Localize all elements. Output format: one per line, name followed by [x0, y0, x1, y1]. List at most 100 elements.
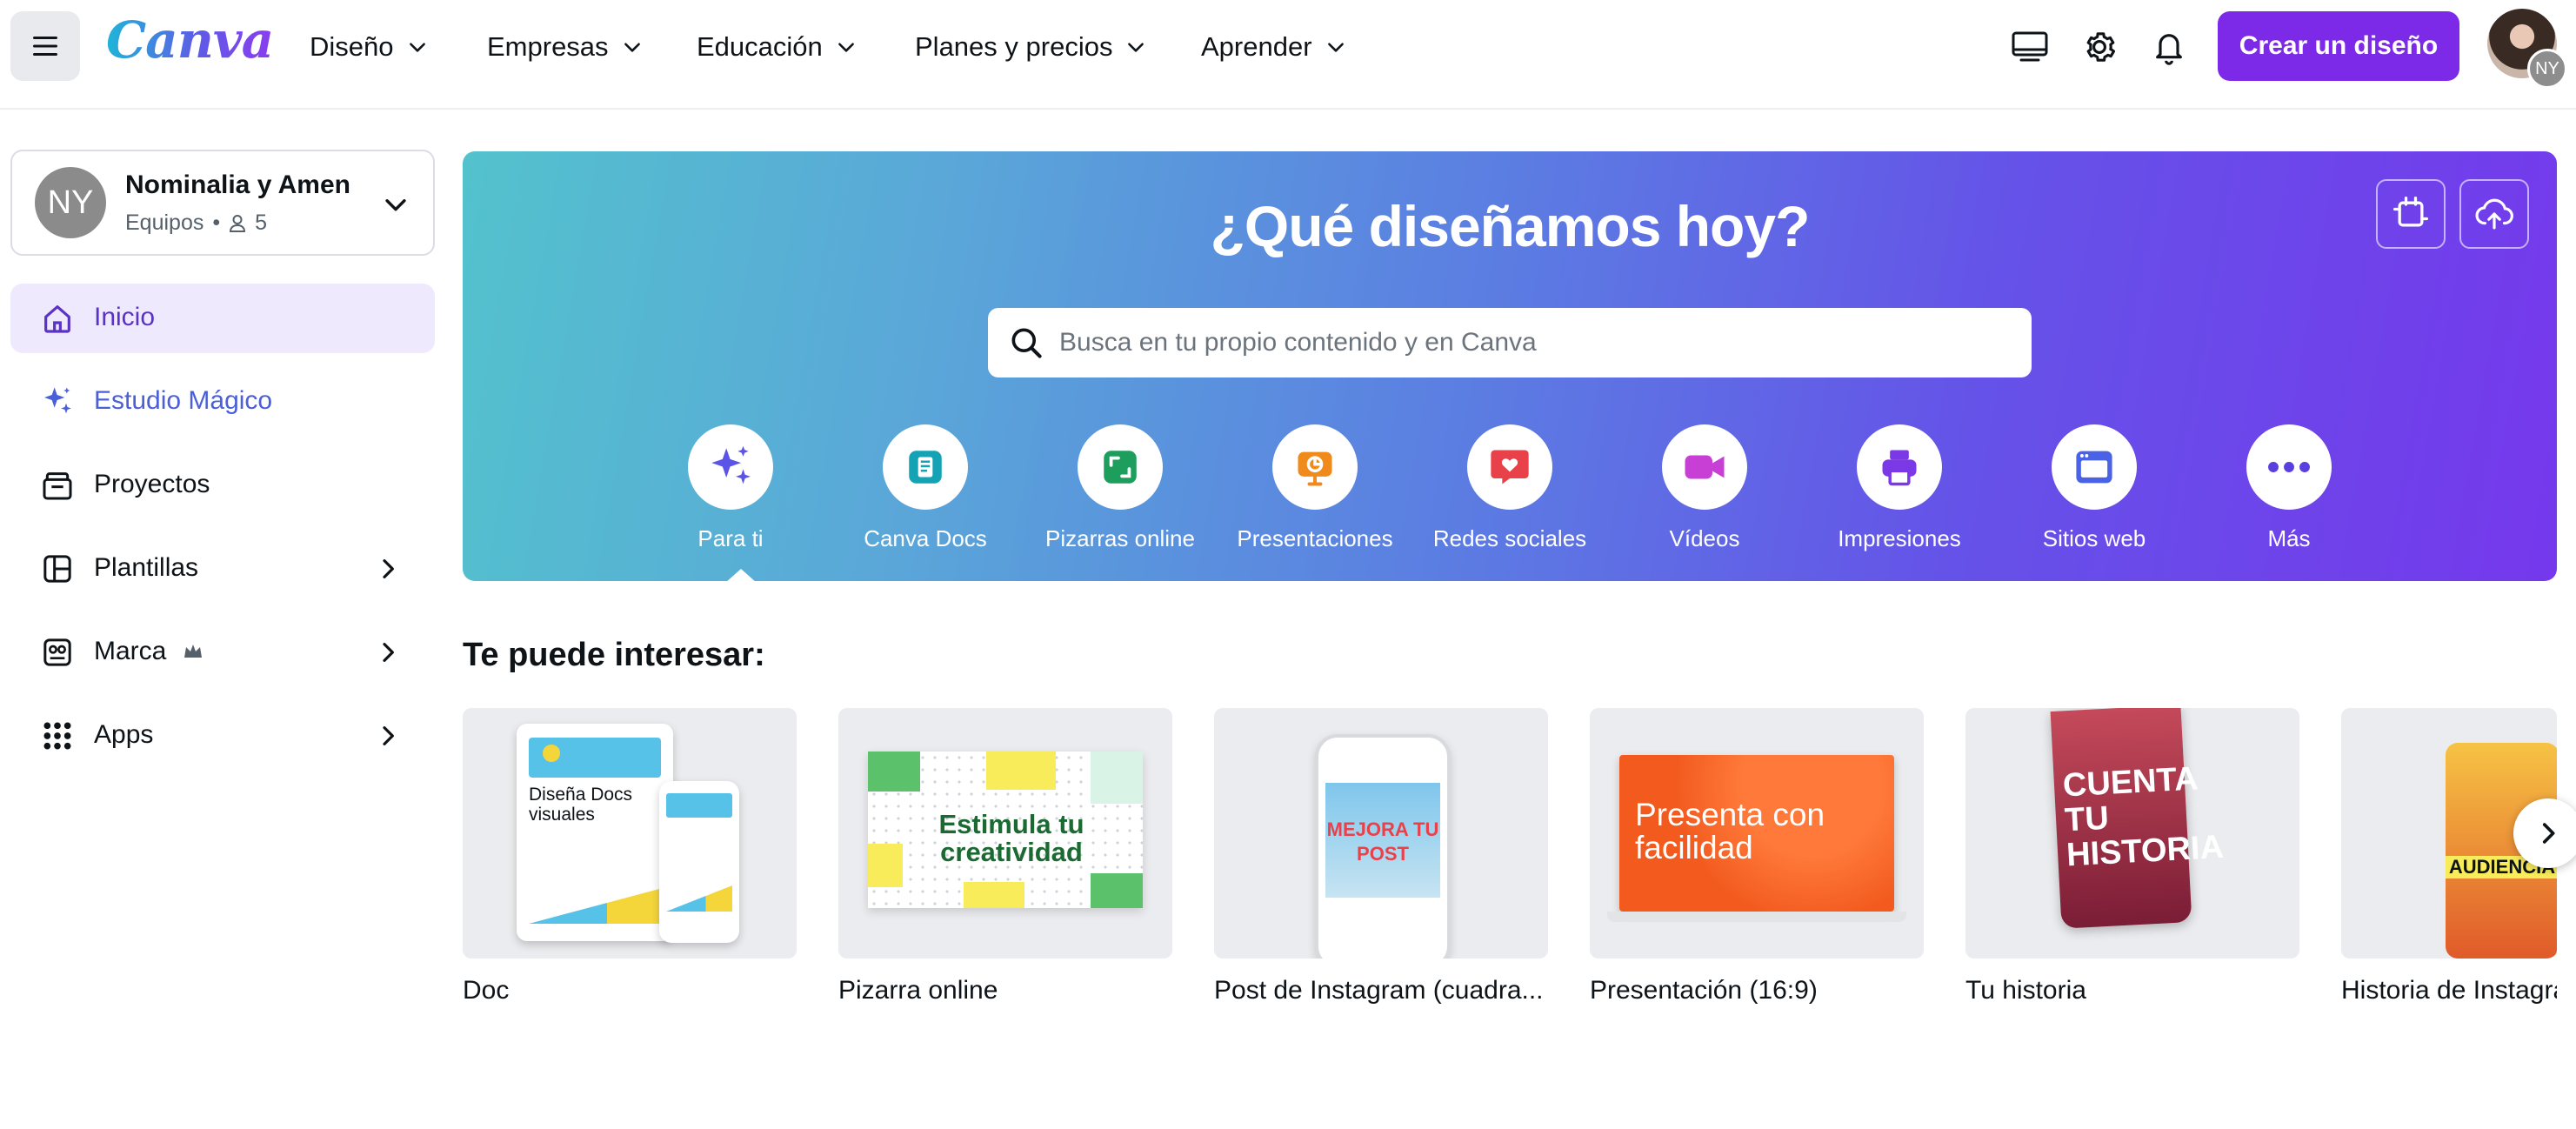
category-for-you[interactable]: Para ti — [644, 424, 818, 564]
chevron-down-icon — [409, 43, 425, 52]
category-label: Presentaciones — [1237, 525, 1393, 551]
team-name: Nominalia y Amen — [125, 170, 350, 199]
sidebar-item-magic-studio[interactable]: Estudio Mágico — [10, 367, 435, 437]
nav-education-label: Educación — [697, 31, 823, 62]
category-presentations[interactable]: Presentaciones — [1228, 424, 1402, 564]
team-meta: Equipos • 5 — [125, 210, 267, 236]
create-design-button[interactable]: Crear un diseño — [2218, 11, 2459, 81]
nav-learn[interactable]: Aprender — [1201, 23, 1347, 71]
category-websites[interactable]: Sitios web — [2007, 424, 2181, 564]
chevron-down-icon — [624, 43, 640, 52]
search-icon — [1011, 328, 1042, 358]
avatar-initials-badge: NY — [2527, 49, 2567, 89]
sidebar-item-label: Proyectos — [94, 470, 210, 498]
user-avatar[interactable]: NY — [2487, 9, 2567, 89]
desktop-app-button[interactable] — [2007, 24, 2052, 70]
category-icon-circle — [1857, 424, 1942, 510]
sidebar-item-label: Apps — [94, 720, 154, 749]
category-videos[interactable]: Vídeos — [1618, 424, 1792, 564]
active-category-pointer — [725, 569, 757, 583]
chevron-down-icon — [1128, 43, 1145, 52]
sidebar-item-label: Inicio — [94, 303, 156, 331]
category-label: Para ti — [697, 525, 764, 551]
team-member-count: 5 — [255, 210, 268, 235]
nav-business[interactable]: Empresas — [487, 23, 644, 71]
category-label: Canva Docs — [864, 525, 987, 551]
sidebar-item-templates[interactable]: Plantillas — [10, 534, 435, 604]
docs-icon — [909, 451, 942, 484]
template-icon — [40, 551, 75, 586]
hero-banner: ¿Qué diseñamos hoy? Para ti Canva Docs P… — [463, 151, 2557, 583]
category-whiteboards[interactable]: Pizarras online — [1033, 424, 1207, 564]
nav-design[interactable]: Diseño — [310, 23, 429, 71]
apps-grid-icon — [40, 718, 75, 753]
settings-button[interactable] — [2077, 24, 2122, 70]
category-icon-circle — [1662, 424, 1747, 510]
sidebar-item-label: Marca — [94, 637, 167, 665]
custom-size-button[interactable] — [2376, 179, 2446, 249]
resize-icon — [2393, 197, 2428, 227]
hamburger-icon — [33, 37, 57, 56]
team-switcher[interactable]: NY Nominalia y Amen Equipos • 5 — [10, 150, 435, 256]
nav-plans-label: Planes y precios — [915, 31, 1113, 62]
category-icon-circle — [883, 424, 968, 510]
monitor-icon — [2012, 31, 2048, 62]
category-icon-circle — [2052, 424, 2137, 510]
nav-learn-label: Aprender — [1201, 31, 1312, 62]
gear-icon — [2086, 32, 2116, 62]
nav-business-label: Empresas — [487, 31, 609, 62]
thumb-text: Diseña Docs visuales — [529, 785, 633, 825]
card-label: Pizarra online — [838, 976, 998, 1005]
sparkle-icon — [40, 384, 75, 419]
team-avatar: NY — [35, 167, 106, 238]
nav-design-label: Diseño — [310, 31, 394, 62]
card-label: Historia de Instagram — [2341, 976, 2557, 1005]
category-label: Más — [2267, 525, 2311, 551]
category-label: Impresiones — [1838, 525, 1961, 551]
presentation-icon — [1298, 451, 1332, 486]
sidebar-item-label: Estudio Mágico — [94, 386, 273, 415]
sidebar-item-label: Plantillas — [94, 553, 199, 582]
sidebar-item-home[interactable]: Inicio — [10, 284, 435, 353]
video-camera-icon — [1685, 455, 1725, 479]
brand-icon — [40, 635, 75, 670]
top-navigation-bar: Canva Diseño Empresas Educación Planes y… — [0, 0, 2576, 110]
category-label: Sitios web — [2042, 525, 2146, 551]
chevron-down-icon — [385, 199, 406, 211]
home-icon — [40, 301, 75, 336]
hamburger-menu-button[interactable] — [10, 11, 80, 81]
category-icon-circle — [688, 424, 773, 510]
crown-icon — [184, 645, 202, 658]
nav-education[interactable]: Educación — [697, 23, 858, 71]
sparkle-icon — [711, 445, 751, 484]
team-type: Equipos — [125, 210, 204, 235]
category-canva-docs[interactable]: Canva Docs — [838, 424, 1012, 564]
heart-icon — [1491, 450, 1529, 484]
chevron-right-icon — [383, 726, 394, 745]
carousel-next-button[interactable] — [2513, 798, 2576, 868]
chevron-right-icon — [383, 559, 394, 578]
sidebar-item-apps[interactable]: Apps — [10, 701, 435, 771]
category-prints[interactable]: Impresiones — [1812, 424, 1986, 564]
separator-dot: • — [212, 210, 221, 235]
category-icon-circle — [1467, 424, 1552, 510]
search-bar[interactable] — [988, 308, 2032, 377]
user-icon — [230, 214, 246, 232]
search-input[interactable] — [1059, 320, 1999, 365]
sidebar-item-brand[interactable]: Marca — [10, 618, 435, 687]
notifications-button[interactable] — [2146, 24, 2192, 70]
folder-icon — [40, 468, 75, 503]
sidebar-item-projects[interactable]: Proyectos — [10, 451, 435, 520]
nav-plans-pricing[interactable]: Planes y precios — [915, 23, 1147, 71]
thumb-text: MEJORA TU POST — [1326, 818, 1439, 865]
category-social-media[interactable]: Redes sociales — [1423, 424, 1597, 564]
canva-logo[interactable]: Canva — [106, 10, 274, 70]
website-icon — [2076, 451, 2112, 484]
chevron-down-icon — [1327, 43, 1344, 52]
card-label: Doc — [463, 976, 510, 1005]
upload-button[interactable] — [2459, 179, 2529, 249]
chevron-right-icon — [383, 643, 394, 662]
category-more[interactable]: Más — [2202, 424, 2376, 564]
chevron-down-icon — [838, 43, 854, 52]
hero-title: ¿Qué diseñamos hoy? — [1210, 194, 1811, 258]
